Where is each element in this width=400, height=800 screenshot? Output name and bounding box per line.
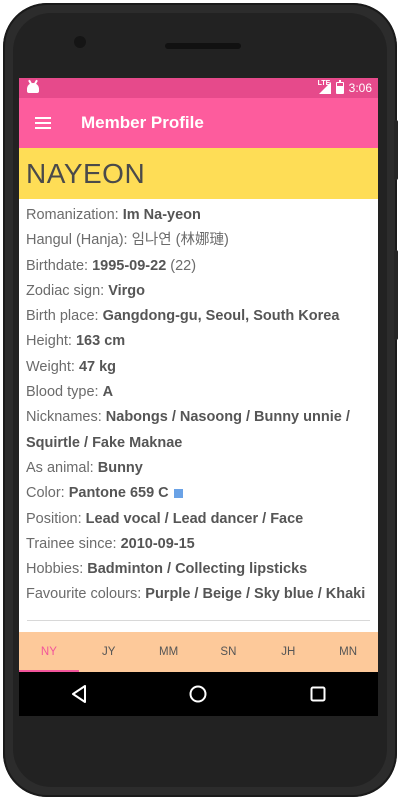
device-screen: LTE 3:06 Member Profile NAYEON Romanizat… [19,78,378,716]
detail-label: Favourite colours: [26,586,146,603]
detail-row-hangul: Hangul (Hanja): 임나연 (林娜璉) [26,228,370,253]
detail-value: Pantone 659 C [68,485,169,502]
detail-row-height: Height: 163 cm [26,329,370,354]
tab-jh[interactable]: JH [258,632,318,672]
detail-label: As animal: [26,459,98,476]
front-camera [74,36,86,48]
detail-value: 163 cm [75,333,126,350]
detail-label: Romanization: [26,207,123,223]
detail-label: Nicknames: [26,409,106,426]
detail-age: (22) [166,257,197,274]
detail-row-weight: Weight: 47 kg [26,355,370,380]
detail-row-color: Color: Pantone 659 C [26,481,370,506]
android-notification-icon [27,83,39,93]
detail-value: Bunny [97,459,143,476]
tab-jy[interactable]: JY [79,632,139,672]
app-bar: Member Profile [19,98,378,148]
detail-value: Im Na-yeon [122,207,201,223]
earpiece-speaker [165,43,241,49]
status-bar: LTE 3:06 [19,78,378,98]
detail-row-zodiac: Zodiac sign: Virgo [26,279,370,304]
volume-button[interactable] [394,250,398,340]
battery-icon [335,80,344,94]
system-nav-bar [19,672,378,716]
detail-value: 1995-09-22 [92,257,167,274]
detail-label: Height: [26,333,76,350]
tab-mn[interactable]: MN [318,632,378,672]
detail-value: Purple / Beige / Sky blue / Khaki [145,586,366,603]
detail-row-nicknames: Nicknames: Nabongs / Nasoong / Bunny unn… [26,405,370,456]
page-title: Member Profile [81,113,204,132]
detail-value: Badminton / Collecting lipsticks [87,561,308,578]
detail-label: Trainee since: [26,535,121,552]
detail-label: Birth place: [26,308,103,325]
tab-ny[interactable]: NY [19,632,79,672]
detail-row-birthdate: Birthdate: 1995-09-22 (22) [26,254,370,279]
profile-details[interactable]: Romanization: Im Na-yeon Hangul (Hanja):… [19,199,378,623]
back-triangle-icon[interactable] [64,679,94,709]
member-name: NAYEON [26,157,146,189]
tab-mm[interactable]: MM [139,632,199,672]
detail-row-position: Position: Lead vocal / Lead dancer / Fac… [26,507,370,532]
detail-row-trainee: Trainee since: 2010-09-15 [26,532,370,557]
status-time: 3:06 [348,81,372,95]
content-divider [27,620,370,621]
detail-row-romanization: Romanization: Im Na-yeon [26,203,370,228]
member-tab-bar: NY JY MM SN JH MN [19,632,378,672]
member-name-header: NAYEON [19,148,378,199]
power-button[interactable] [394,120,398,180]
detail-label: Zodiac sign: [26,282,109,299]
network-type-label: LTE [317,80,331,87]
signal-icon: LTE [317,80,331,94]
detail-value: 47 kg [78,358,117,375]
detail-row-favourite-colours: Favourite colours: Purple / Beige / Sky … [26,582,370,607]
hamburger-menu-icon[interactable] [35,117,51,129]
detail-label: Color: [26,485,69,502]
detail-row-hobbies: Hobbies: Badminton / Collecting lipstick… [26,557,370,582]
detail-value: Virgo [108,282,146,299]
home-circle-icon[interactable] [183,679,213,709]
detail-row-birthplace: Birth place: Gangdong-gu, Seoul, South K… [26,304,370,329]
detail-label: Birthdate: [26,257,93,274]
recents-square-icon[interactable] [303,679,333,709]
detail-label: Hobbies: [26,561,88,578]
color-swatch [173,488,183,498]
detail-value: 임나연 (林娜璉) [131,232,229,249]
detail-label: Weight: [26,358,79,375]
detail-value: Lead vocal / Lead dancer / Face [85,510,304,527]
detail-value: A [102,384,114,401]
detail-label: Hangul (Hanja): [26,232,132,249]
detail-row-animal: As animal: Bunny [26,456,370,481]
detail-row-blood-type: Blood type: A [26,380,370,405]
detail-label: Position: [26,510,86,527]
detail-value: 2010-09-15 [120,535,195,552]
detail-value: Gangdong-gu, Seoul, South Korea [102,308,340,325]
detail-label: Blood type: [26,384,103,401]
tab-sn[interactable]: SN [198,632,258,672]
